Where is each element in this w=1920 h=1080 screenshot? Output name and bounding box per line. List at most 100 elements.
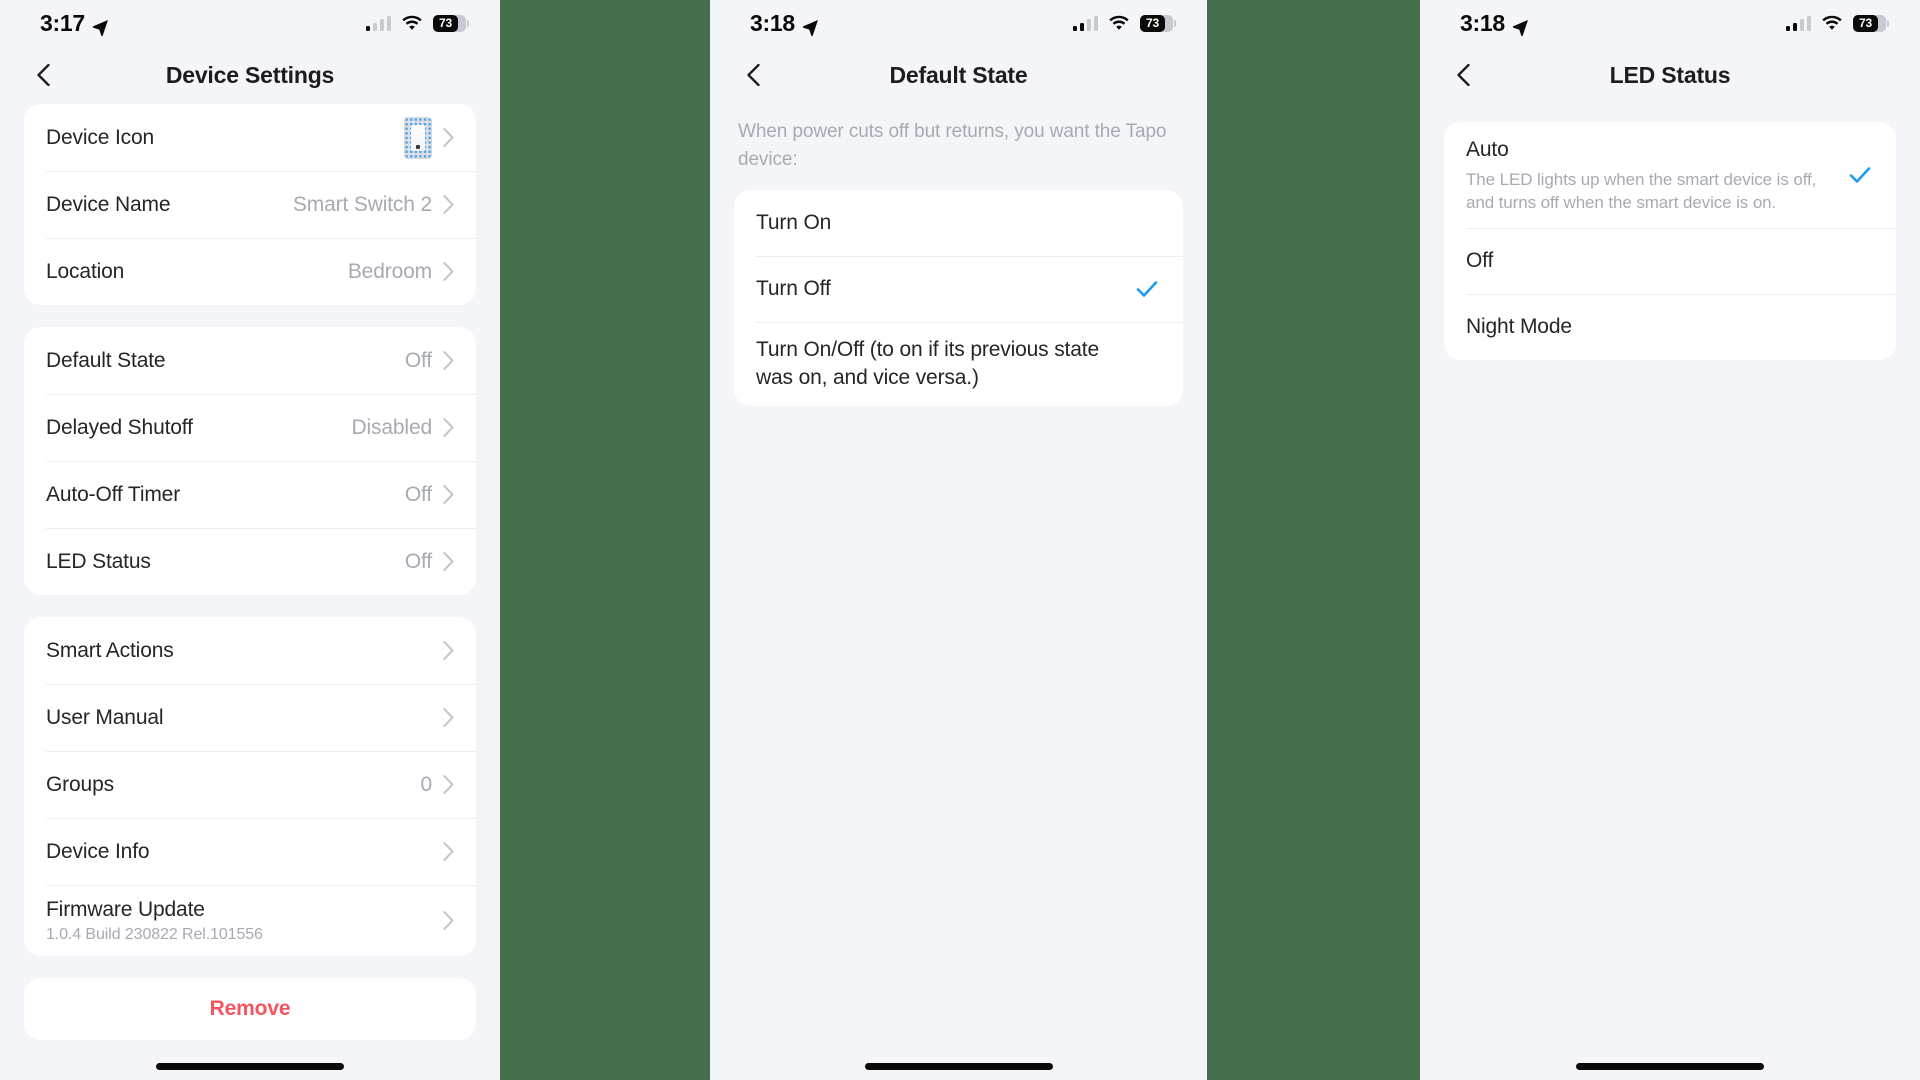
row-accessory xyxy=(443,641,454,660)
row-device-icon[interactable]: Device Icon xyxy=(24,104,476,171)
option-title: Turn Off xyxy=(756,277,831,300)
status-bar-time: 3:17 xyxy=(40,9,85,36)
option-title: Turn On/Off (to on if its previous state… xyxy=(756,338,1099,389)
row-device-name[interactable]: Device Name Smart Switch 2 xyxy=(24,171,476,238)
chevron-right-icon xyxy=(443,195,454,214)
chevron-right-icon xyxy=(443,842,454,861)
location-arrow-icon xyxy=(802,15,819,36)
row-label: Smart Actions xyxy=(46,638,174,662)
page-title: LED Status xyxy=(1609,61,1731,88)
screen-led-status: 3:18 73 LED Status Auto The LED lights u… xyxy=(1420,0,1920,1080)
nav-bar: Default State xyxy=(710,46,1207,104)
battery-icon: 73 xyxy=(433,14,469,32)
row-text-block: Firmware Update 1.0.4 Build 230822 Rel.1… xyxy=(46,897,263,944)
chevron-right-icon xyxy=(443,262,454,281)
nav-bar: LED Status xyxy=(1420,46,1920,104)
row-location[interactable]: Location Bedroom xyxy=(24,238,476,305)
location-arrow-icon xyxy=(1512,15,1529,36)
cellular-signal-icon xyxy=(1785,15,1811,31)
screen-default-state: 3:18 73 Default State When power cuts of… xyxy=(710,0,1207,1080)
row-auto-off-timer[interactable]: Auto-Off Timer Off xyxy=(24,461,476,528)
settings-group-info: Smart Actions User Manual Groups 0 Devic… xyxy=(24,617,476,956)
status-bar-time-group: 3:18 xyxy=(750,10,819,37)
options-group: Auto The LED lights up when the smart de… xyxy=(1444,122,1896,360)
cellular-signal-icon xyxy=(365,15,391,31)
screenshot-stage: 3:17 73 Device Settings Device Icon Devi… xyxy=(0,0,1920,1080)
row-label: Groups xyxy=(46,772,114,796)
row-accessory xyxy=(443,842,454,861)
checkmark-icon xyxy=(1848,163,1872,187)
chevron-right-icon xyxy=(443,641,454,660)
row-label: LED Status xyxy=(46,549,151,573)
chevron-right-icon xyxy=(443,708,454,727)
status-bar: 3:18 73 xyxy=(710,0,1207,46)
row-groups[interactable]: Groups 0 xyxy=(24,751,476,818)
home-indicator xyxy=(864,1063,1053,1070)
row-accessory: Disabled xyxy=(351,416,454,440)
chevron-right-icon xyxy=(443,552,454,571)
row-smart-actions[interactable]: Smart Actions xyxy=(24,617,476,684)
back-button[interactable] xyxy=(1442,54,1484,96)
settings-list: Device Icon Device Name Smart Switch 2 L… xyxy=(0,104,500,956)
status-bar-indicators: 73 xyxy=(365,14,469,32)
row-device-info[interactable]: Device Info xyxy=(24,818,476,885)
row-label: Device Info xyxy=(46,839,150,863)
option-night-mode[interactable]: Night Mode xyxy=(1444,294,1896,360)
option-title: Auto xyxy=(1466,138,1509,161)
page-title: Default State xyxy=(889,61,1028,88)
option-turn-off[interactable]: Turn Off xyxy=(734,256,1183,322)
description-text: When power cuts off but returns, you wan… xyxy=(738,121,1167,170)
remove-button-label: Remove xyxy=(209,997,291,1020)
option-turn-on-off[interactable]: Turn On/Off (to on if its previous state… xyxy=(734,322,1183,406)
checkmark-icon xyxy=(1135,277,1159,301)
wifi-icon xyxy=(1821,15,1843,31)
row-value: Off xyxy=(404,549,432,573)
options-group: Turn On Turn Off Turn On/Off (to on if i… xyxy=(734,190,1183,406)
chevron-right-icon xyxy=(443,351,454,370)
row-accessory: Off xyxy=(405,483,454,507)
remove-button[interactable]: Remove xyxy=(24,978,476,1040)
screen-device-settings: 3:17 73 Device Settings Device Icon Devi… xyxy=(0,0,500,1080)
options-list: Turn On Turn Off Turn On/Off (to on if i… xyxy=(710,190,1207,406)
row-delayed-shutoff[interactable]: Delayed Shutoff Disabled xyxy=(24,394,476,461)
battery-icon: 73 xyxy=(1853,14,1889,32)
row-label: Firmware Update xyxy=(46,898,205,921)
option-off[interactable]: Off xyxy=(1444,228,1896,294)
row-led-status[interactable]: LED Status Off xyxy=(24,528,476,595)
back-button[interactable] xyxy=(732,54,774,96)
firmware-version-text: 1.0.4 Build 230822 Rel.101556 xyxy=(46,926,263,943)
row-label: Device Icon xyxy=(46,125,155,149)
row-accessory: Bedroom xyxy=(348,260,454,284)
row-accessory xyxy=(443,911,454,930)
option-title: Turn On xyxy=(756,211,832,234)
option-turn-on[interactable]: Turn On xyxy=(734,190,1183,256)
row-default-state[interactable]: Default State Off xyxy=(24,327,476,394)
option-text-block: Turn On/Off (to on if its previous state… xyxy=(756,336,1135,392)
settings-group-device: Device Icon Device Name Smart Switch 2 L… xyxy=(24,104,476,305)
row-firmware-update[interactable]: Firmware Update 1.0.4 Build 230822 Rel.1… xyxy=(24,885,476,956)
cellular-signal-icon xyxy=(1072,15,1098,31)
status-bar-time: 3:18 xyxy=(1460,9,1505,36)
location-arrow-icon xyxy=(92,15,109,36)
row-accessory xyxy=(443,708,454,727)
nav-bar: Device Settings xyxy=(0,46,500,104)
row-value: Off xyxy=(404,482,432,506)
row-accessory: Off xyxy=(405,349,454,373)
chevron-right-icon xyxy=(443,128,454,147)
option-text-block: Turn On xyxy=(756,209,1135,237)
options-list: Auto The LED lights up when the smart de… xyxy=(1420,104,1920,360)
row-label: Device Name xyxy=(46,192,171,216)
status-bar-indicators: 73 xyxy=(1785,14,1889,32)
option-text-block: Turn Off xyxy=(756,275,1135,303)
battery-percent: 73 xyxy=(439,16,452,30)
option-text-block: Off xyxy=(1466,247,1848,275)
wifi-icon xyxy=(1108,15,1130,31)
battery-icon: 73 xyxy=(1140,14,1176,32)
row-user-manual[interactable]: User Manual xyxy=(24,684,476,751)
back-button[interactable] xyxy=(22,54,64,96)
settings-group-behavior: Default State Off Delayed Shutoff Disabl… xyxy=(24,327,476,595)
chevron-right-icon xyxy=(443,418,454,437)
option-auto[interactable]: Auto The LED lights up when the smart de… xyxy=(1444,122,1896,228)
row-accessory: 0 xyxy=(420,773,454,797)
status-bar: 3:18 73 xyxy=(1420,0,1920,46)
